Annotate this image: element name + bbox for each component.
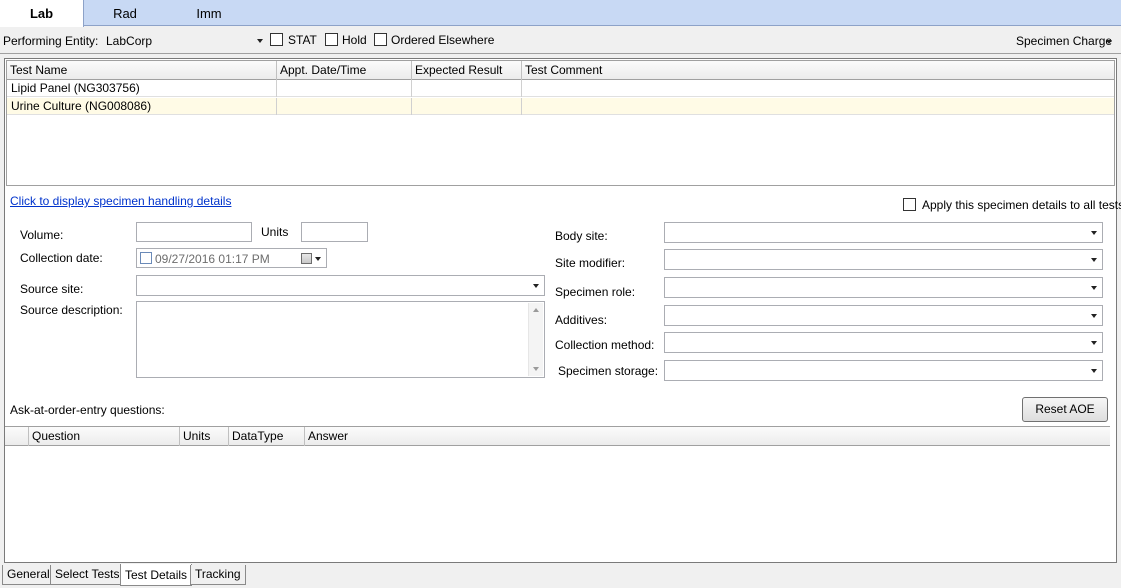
additives-label: Additives: bbox=[555, 313, 608, 327]
stat-checkbox[interactable] bbox=[270, 33, 283, 46]
bottom-tab-bar: General Select Tests Test Details Tracki… bbox=[0, 563, 1121, 588]
test-comment-cell[interactable] bbox=[522, 80, 1114, 97]
specimen-charge-label: Specimen Charge bbox=[1016, 34, 1113, 48]
table-row[interactable]: Urine Culture (NG008086) bbox=[7, 98, 1114, 115]
chevron-down-icon bbox=[533, 284, 539, 288]
collection-date-value: 09/27/2016 01:17 PM bbox=[155, 252, 270, 266]
chevron-down-icon bbox=[1091, 286, 1097, 290]
column-header-expected-result[interactable]: Expected Result bbox=[412, 61, 522, 80]
module-tab-bar: Lab Rad Imm bbox=[0, 0, 1121, 27]
specimen-role-label: Specimen role: bbox=[555, 285, 636, 299]
column-header-datatype[interactable]: DataType bbox=[229, 427, 305, 446]
specimen-handling-link[interactable]: Click to display specimen handling detai… bbox=[10, 194, 231, 208]
apply-all-checkbox[interactable] bbox=[903, 198, 916, 211]
volume-label: Volume: bbox=[20, 228, 64, 242]
collection-date-checkbox[interactable] bbox=[140, 252, 152, 264]
performing-entity-value: LabCorp bbox=[106, 34, 153, 48]
units-label: Units bbox=[261, 225, 289, 239]
chevron-down-icon bbox=[257, 39, 263, 43]
collection-date-label: Collection date: bbox=[20, 251, 103, 265]
test-name-cell: Lipid Panel (NG303756) bbox=[7, 80, 277, 97]
reset-aoe-button[interactable]: Reset AOE bbox=[1022, 397, 1108, 422]
column-header-test-comment[interactable]: Test Comment bbox=[522, 61, 1114, 80]
tab-test-details[interactable]: Test Details bbox=[120, 564, 193, 586]
chevron-down-icon bbox=[1091, 231, 1097, 235]
units-input[interactable] bbox=[301, 222, 368, 242]
appt-date-cell[interactable] bbox=[277, 98, 412, 115]
additives-dropdown[interactable] bbox=[664, 305, 1103, 326]
tests-grid: Test Name Appt. Date/Time Expected Resul… bbox=[6, 60, 1115, 186]
specimen-role-dropdown[interactable] bbox=[664, 277, 1103, 298]
test-name-cell: Urine Culture (NG008086) bbox=[7, 98, 277, 115]
apply-all-label: Apply this specimen details to all tests bbox=[922, 198, 1121, 212]
body-site-dropdown[interactable] bbox=[664, 222, 1103, 243]
row-indicator-header bbox=[5, 427, 29, 446]
chevron-down-icon bbox=[1106, 40, 1112, 44]
expected-result-cell[interactable] bbox=[412, 98, 522, 115]
volume-input[interactable] bbox=[136, 222, 252, 242]
tab-imm[interactable]: Imm bbox=[166, 0, 252, 26]
column-header-answer[interactable]: Answer bbox=[305, 427, 1110, 446]
tab-general[interactable]: General bbox=[2, 565, 55, 585]
chevron-down-icon bbox=[1091, 369, 1097, 373]
performing-entity-dropdown[interactable]: LabCorp bbox=[103, 30, 266, 50]
expected-result-cell[interactable] bbox=[412, 80, 522, 97]
source-description-textarea[interactable] bbox=[136, 301, 545, 378]
aoe-grid-header: Question Units DataType Answer bbox=[5, 427, 1110, 446]
specimen-storage-dropdown[interactable] bbox=[664, 360, 1103, 381]
chevron-down-icon bbox=[1091, 341, 1097, 345]
appt-date-cell[interactable] bbox=[277, 80, 412, 97]
site-modifier-dropdown[interactable] bbox=[664, 249, 1103, 270]
order-toolbar: Performing Entity: LabCorp STAT Hold Ord… bbox=[0, 27, 1121, 54]
tab-lab[interactable]: Lab bbox=[0, 0, 84, 27]
specimen-charge-menu[interactable]: Specimen Charge bbox=[1012, 30, 1116, 50]
column-header-appt-date[interactable]: Appt. Date/Time bbox=[277, 61, 412, 80]
collection-date-picker[interactable]: 09/27/2016 01:17 PM bbox=[136, 248, 327, 268]
chevron-down-icon bbox=[315, 257, 321, 261]
test-comment-cell[interactable] bbox=[522, 98, 1114, 115]
tab-tracking[interactable]: Tracking bbox=[190, 565, 246, 585]
column-header-question[interactable]: Question bbox=[29, 427, 180, 446]
ordered-elsewhere-label: Ordered Elsewhere bbox=[391, 33, 495, 47]
column-header-test-name[interactable]: Test Name bbox=[7, 61, 277, 80]
stat-label: STAT bbox=[288, 33, 317, 47]
collection-method-dropdown[interactable] bbox=[664, 332, 1103, 353]
hold-checkbox[interactable] bbox=[325, 33, 338, 46]
tests-grid-header: Test Name Appt. Date/Time Expected Resul… bbox=[7, 61, 1114, 80]
chevron-down-icon bbox=[1091, 258, 1097, 262]
performing-entity-label: Performing Entity: bbox=[3, 34, 99, 48]
scroll-up-icon[interactable] bbox=[533, 308, 539, 312]
tab-rad[interactable]: Rad bbox=[84, 0, 166, 26]
chevron-down-icon bbox=[1091, 314, 1097, 318]
source-site-label: Source site: bbox=[20, 282, 84, 296]
test-details-panel: Test Name Appt. Date/Time Expected Resul… bbox=[4, 58, 1121, 563]
source-description-scrollbar[interactable] bbox=[528, 303, 543, 376]
collection-method-label: Collection method: bbox=[555, 338, 655, 352]
body-site-label: Body site: bbox=[555, 229, 608, 243]
tab-select-tests[interactable]: Select Tests bbox=[50, 565, 125, 585]
calendar-icon[interactable] bbox=[301, 253, 312, 264]
table-row[interactable]: Lipid Panel (NG303756) bbox=[7, 80, 1114, 97]
site-modifier-label: Site modifier: bbox=[555, 256, 626, 270]
aoe-label: Ask-at-order-entry questions: bbox=[10, 403, 165, 417]
source-site-dropdown[interactable] bbox=[136, 275, 545, 296]
column-header-units[interactable]: Units bbox=[180, 427, 229, 446]
hold-label: Hold bbox=[342, 33, 367, 47]
source-description-label: Source description: bbox=[20, 303, 123, 317]
scroll-down-icon[interactable] bbox=[533, 367, 539, 371]
aoe-grid: Question Units DataType Answer bbox=[5, 426, 1110, 562]
ordered-elsewhere-checkbox[interactable] bbox=[374, 33, 387, 46]
specimen-storage-label: Specimen storage: bbox=[558, 364, 659, 378]
